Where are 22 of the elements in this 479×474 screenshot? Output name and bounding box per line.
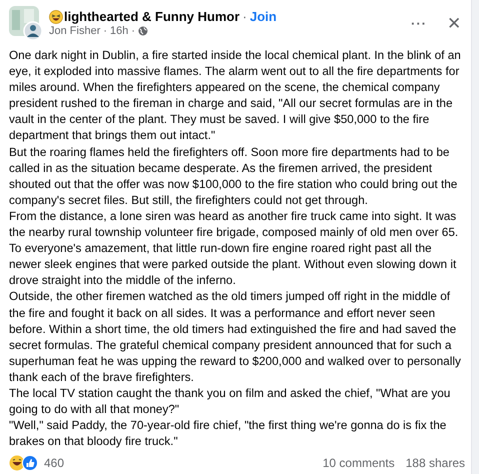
comments-count[interactable]: 10 comments (322, 456, 395, 470)
reaction-count[interactable]: 460 (44, 456, 64, 470)
post-paragraph: Outside, the other firemen watched as the old timers jumped off right in the middle of the fire and fought it back on all sides. It was a performance and effort never seen before. Within a short time, the old timers had extinguished the fire and had saved the secret formulas. The grateful chemical company president announced that for such a superhuman feat he was upping the reward to $200,000 and walked over to personally thank each of the brave firefighters. (9, 288, 461, 385)
group-avatar[interactable] (9, 6, 43, 40)
post-paragraph: But the roaring flames held the firefighters off. Soon more fire departments had to be called in as the situation became desperate. As the firemen arrived, the president shouted out that the offer was now $100,000 to the fire station who could bring out the company's secret files. But still, the firefighters could not get through. (9, 144, 458, 208)
shares-count[interactable]: 188 shares (406, 456, 465, 470)
more-button[interactable]: ··· (407, 16, 431, 30)
post-paragraph: "Well," said Paddy, the 70-year-old fire chief, "the first thing we're gonna do is fix the brakes on that bloody fire truck." (9, 417, 448, 450)
separator: · (103, 25, 108, 37)
author-name[interactable]: Jon Fisher (49, 25, 100, 37)
group-name[interactable]: lighthearted & Funny Humor (64, 9, 240, 24)
post-time[interactable]: 16h (110, 25, 128, 37)
separator: · (242, 9, 247, 24)
reactions-icon[interactable] (9, 455, 39, 472)
globe-icon (138, 26, 148, 36)
post-paragraph: From the distance, a lone siren was heard as another fire truck came into sight. It was the nearby rural township volunteer fire brigade, composed mainly of old men over 65. To everyone's amazement, that little run-down fire engine roared right past all the newer sleek engines that were parked outside the plant. Without even slowing down it drove straight into the middle of the inferno. (9, 208, 460, 288)
separator: · (131, 25, 136, 37)
laughing-face-icon (49, 10, 63, 24)
post-paragraph: The local TV station caught the thank you on film and asked the chief, "What are you going to do with all that money?" (9, 384, 452, 418)
post-paragraph: One dark night in Dublin, a fire started inside the local chemical plant. In the blink of an eye, it exploded into massive flames. The alarm went out to all the fire departments for miles around. When the firefighters appeared on the scene, the chemical company president rushed to the fireman in charge and said, "All our secret formulas are in the vault in the center of the plant. They must be saved. I will give $50,000 to the fire department that brings them out intact." (9, 47, 461, 144)
close-button[interactable]: ✕ (443, 12, 465, 34)
join-link[interactable]: Join (250, 9, 277, 24)
